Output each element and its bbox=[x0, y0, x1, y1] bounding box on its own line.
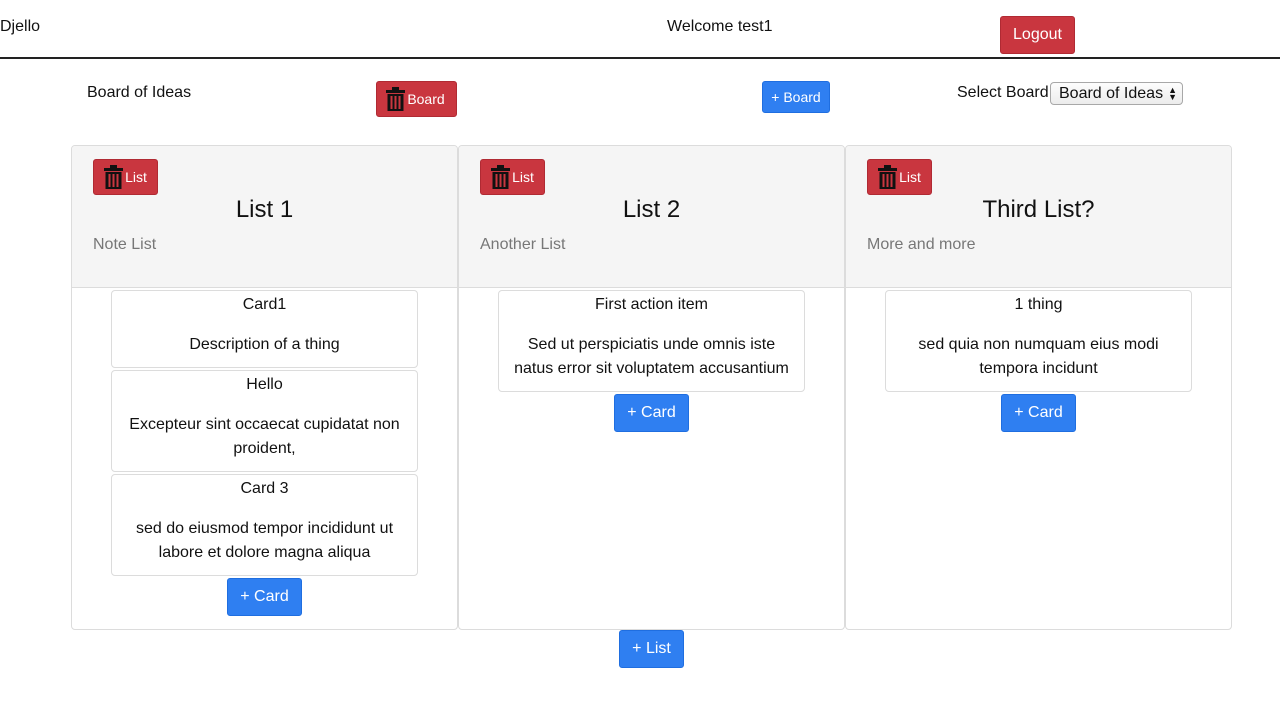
board-select-value: Board of Ideas bbox=[1059, 84, 1164, 102]
add-card-button[interactable]: + Card bbox=[614, 394, 689, 432]
logout-button[interactable]: Logout bbox=[1000, 16, 1075, 54]
add-card-button[interactable]: + Card bbox=[1001, 394, 1076, 432]
trash-icon bbox=[878, 165, 898, 189]
card-description: Description of a thing bbox=[189, 336, 340, 353]
select-board-label: Select Board bbox=[957, 84, 1049, 101]
card[interactable]: Hello Excepteur sint occaecat cupidatat … bbox=[111, 370, 418, 472]
card-description: Sed ut perspiciatis unde omnis iste natu… bbox=[514, 336, 789, 377]
card-title: Card1 bbox=[242, 296, 287, 313]
list-title: Third List? bbox=[982, 196, 1095, 223]
card-title: Hello bbox=[246, 376, 283, 393]
card[interactable]: Card 3 sed do eiusmod tempor incididunt … bbox=[111, 474, 418, 576]
app-title: Djello bbox=[0, 18, 41, 35]
list-title: List 1 bbox=[235, 196, 294, 223]
delete-list-label: List bbox=[125, 169, 147, 185]
card-description: sed quia non numquam eius modi tempora i… bbox=[918, 336, 1159, 377]
welcome-text: Welcome test1 bbox=[667, 18, 773, 35]
list-panel: List Third List? More and more 1 thing s… bbox=[845, 145, 1232, 630]
list-header: List List 2 Another List bbox=[459, 146, 844, 288]
delete-list-button[interactable]: List bbox=[93, 159, 158, 195]
board-name: Board of Ideas bbox=[87, 84, 192, 101]
card-stack: 1 thing sed quia non numquam eius modi t… bbox=[846, 288, 1231, 432]
trash-icon bbox=[386, 87, 406, 111]
delete-list-label: List bbox=[899, 169, 921, 185]
delete-list-button[interactable]: List bbox=[867, 159, 932, 195]
add-board-button[interactable]: + Board bbox=[762, 81, 830, 113]
list-description: More and more bbox=[867, 236, 976, 253]
card-title: 1 thing bbox=[1014, 296, 1063, 313]
card-description: Excepteur sint occaecat cupidatat non pr… bbox=[129, 416, 400, 457]
delete-list-label: List bbox=[512, 169, 534, 185]
list-description: Note List bbox=[93, 236, 157, 253]
card-stack: First action item Sed ut perspiciatis un… bbox=[459, 288, 844, 432]
list-panel: List List 2 Another List First action it… bbox=[458, 145, 845, 630]
card-title: Card 3 bbox=[240, 480, 289, 497]
card-title: First action item bbox=[595, 296, 708, 313]
header-divider bbox=[0, 57, 1280, 59]
list-header: List List 1 Note List bbox=[72, 146, 457, 288]
trash-icon bbox=[104, 165, 124, 189]
select-arrows-icon: ▲ ▼ bbox=[1168, 84, 1177, 102]
list-panel: List List 1 Note List Card1 Description … bbox=[71, 145, 458, 630]
delete-board-button[interactable]: Board bbox=[376, 81, 457, 117]
card[interactable]: 1 thing sed quia non numquam eius modi t… bbox=[885, 290, 1192, 392]
delete-list-button[interactable]: List bbox=[480, 159, 545, 195]
card[interactable]: Card1 Description of a thing bbox=[111, 290, 418, 368]
list-description: Another List bbox=[480, 236, 566, 253]
list-header: List Third List? More and more bbox=[846, 146, 1231, 288]
card[interactable]: First action item Sed ut perspiciatis un… bbox=[498, 290, 805, 392]
list-title: List 2 bbox=[622, 196, 681, 223]
board-select[interactable]: Board of Ideas ▲ ▼ bbox=[1050, 82, 1183, 105]
card-stack: Card1 Description of a thing Hello Excep… bbox=[72, 288, 457, 616]
card-description: sed do eiusmod tempor incididunt ut labo… bbox=[135, 520, 394, 561]
add-list-button[interactable]: + List bbox=[619, 630, 684, 668]
delete-board-label: Board bbox=[407, 91, 445, 107]
trash-icon bbox=[491, 165, 511, 189]
add-card-button[interactable]: + Card bbox=[227, 578, 302, 616]
